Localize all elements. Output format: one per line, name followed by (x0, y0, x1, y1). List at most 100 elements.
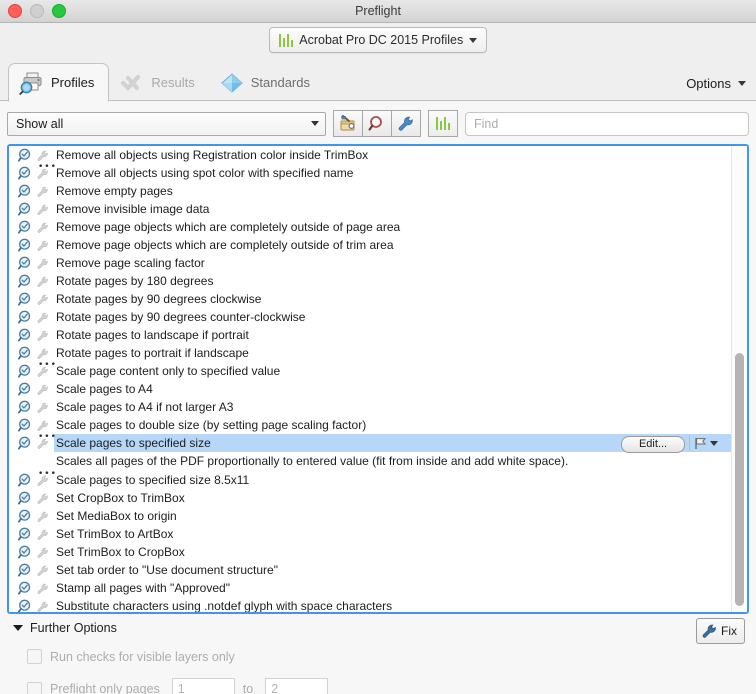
table-row[interactable]: Set tab order to "Use document structure… (9, 561, 747, 579)
page-to-input[interactable]: 2 (265, 678, 329, 694)
tab-standards[interactable]: Standards (209, 64, 324, 101)
profile-name: Scale pages to double size (by setting p… (56, 418, 367, 432)
tab-profiles[interactable]: Profiles (8, 63, 110, 102)
profile-name: Rotate pages to portrait if landscape (56, 346, 249, 360)
wrench-icon (37, 276, 48, 287)
wrench-icon (37, 204, 48, 215)
flag-dropdown[interactable] (689, 435, 722, 451)
table-row[interactable]: Remove page objects which are completely… (9, 236, 747, 254)
page-from-input[interactable]: 1 (171, 678, 235, 694)
wrench-icon (37, 240, 48, 251)
wrench-icon (702, 624, 716, 638)
edit-button[interactable]: Edit... (621, 436, 685, 453)
visible-layers-checkbox[interactable] (27, 649, 42, 664)
options-menu-button[interactable]: Options (686, 76, 746, 91)
fixup-wrench-cell: ••• (35, 470, 56, 489)
check-magnifier-icon (18, 527, 31, 541)
table-row[interactable]: Rotate pages by 90 degrees counter-clock… (9, 308, 747, 326)
table-row[interactable]: ••• Scale pages to specified size 8.5x11 (9, 470, 747, 489)
fixup-wrench-cell: ••• (35, 361, 56, 380)
wrench-icon (37, 493, 48, 504)
check-magnifier-icon (18, 148, 31, 162)
page-from-value: 1 (177, 682, 185, 694)
list-scrollbar[interactable] (731, 146, 747, 612)
table-row[interactable]: Rotate pages to portrait if landscape (9, 344, 747, 362)
profiles-panel: Show all Find Remove all objects using R… (0, 101, 756, 694)
title-bar: Preflight (0, 0, 756, 23)
wrench-icon (37, 601, 48, 612)
wrench-icon (37, 150, 48, 161)
tab-standards-label: Standards (250, 75, 310, 90)
check-magnifier-icon (18, 599, 31, 612)
profile-name: Remove all objects using Registration co… (56, 148, 369, 162)
table-row[interactable]: Set TrimBox to ArtBox (9, 525, 747, 543)
fixup-wrench-cell (35, 218, 54, 236)
check-magnifier-icon (18, 346, 31, 360)
profile-description: Scales all pages of the PDF proportional… (54, 451, 747, 472)
find-input[interactable]: Find (465, 111, 749, 136)
page-range-option[interactable]: Preflight only pages 1 to 2 (7, 678, 749, 694)
table-row[interactable]: ••• Scale pages to specified size Edit... (9, 433, 747, 453)
table-row[interactable]: Substitute characters using .notdef glyp… (9, 597, 747, 612)
table-row[interactable]: Set MediaBox to origin (9, 507, 747, 525)
visible-layers-label: Run checks for visible layers only (50, 649, 235, 664)
wrench-icon (37, 402, 48, 413)
check-magnifier-icon (18, 220, 31, 234)
table-row[interactable]: Remove all objects using Registration co… (9, 146, 747, 164)
new-profile-button[interactable] (333, 110, 363, 137)
table-row[interactable]: Rotate pages by 180 degrees (9, 272, 747, 290)
show-filter-select[interactable]: Show all (7, 111, 326, 136)
table-row[interactable]: ••• Scale page content only to specified … (9, 361, 747, 380)
show-filter-value: Show all (16, 116, 64, 131)
triangle-down-icon (13, 625, 23, 631)
wrench-icon (37, 384, 48, 395)
table-row[interactable]: Remove page scaling factor (9, 254, 747, 272)
table-row[interactable]: Scale pages to double size (by setting p… (9, 416, 747, 434)
fixup-wrench-cell (35, 272, 54, 290)
table-row[interactable]: Stamp all pages with "Approved" (9, 579, 747, 597)
fixup-wrench-cell (35, 543, 54, 561)
table-row[interactable]: Rotate pages by 90 degrees clockwise (9, 290, 747, 308)
check-magnifier-icon (18, 292, 31, 306)
further-options-header[interactable]: Further Options (7, 621, 749, 635)
check-magnifier-icon (18, 581, 31, 595)
table-row[interactable]: Scale pages to A4 if not larger A3 (9, 398, 747, 416)
table-row[interactable]: Remove page objects which are completely… (9, 218, 747, 236)
table-row[interactable]: Rotate pages to landscape if portrait (9, 326, 747, 344)
profile-description-row: Scales all pages of the PDF proportional… (9, 451, 747, 472)
visible-layers-option[interactable]: Run checks for visible layers only (7, 649, 749, 664)
check-magnifier-icon (18, 545, 31, 559)
page-range-checkbox[interactable] (27, 681, 42, 694)
profile-name: Substitute characters using .notdef glyp… (56, 599, 393, 612)
table-row[interactable]: Remove empty pages (9, 182, 747, 200)
profile-name: Scale pages to A4 (56, 382, 153, 396)
standards-filter-button[interactable] (428, 110, 458, 137)
table-row[interactable]: Remove invisible image data (9, 200, 747, 218)
fix-button[interactable]: Fix (696, 618, 745, 644)
fixup-wrench-cell (35, 525, 54, 543)
check-magnifier-icon (18, 202, 31, 216)
preflight-window: Preflight Acrobat Pro DC 2015 Profiles P… (0, 0, 756, 694)
profile-name: Remove page objects which are completely… (56, 238, 394, 252)
search-profile-button[interactable] (362, 110, 392, 137)
profile-popup-button[interactable]: Acrobat Pro DC 2015 Profiles (268, 27, 488, 53)
tab-results[interactable]: Results (109, 64, 208, 101)
table-row[interactable]: Set TrimBox to CropBox (9, 543, 747, 561)
fixup-wrench-cell (35, 398, 54, 416)
list-scrollbar-thumb[interactable] (735, 353, 744, 606)
table-row[interactable]: ••• Remove all objects using spot color w… (9, 163, 747, 182)
fixup-wrench-cell (35, 200, 54, 218)
table-row[interactable]: Set CropBox to TrimBox (9, 489, 747, 507)
table-row[interactable]: Scale pages to A4 (9, 380, 747, 398)
check-magnifier-icon (18, 328, 31, 342)
check-magnifier-icon (18, 436, 31, 450)
check-magnifier-icon (18, 310, 31, 324)
options-menu-label: Options (686, 76, 731, 91)
check-magnifier-icon (18, 274, 31, 288)
fixup-button[interactable] (391, 110, 421, 137)
chevron-down-icon (311, 121, 319, 126)
profile-name: Set tab order to "Use document structure… (56, 563, 278, 577)
fix-button-label: Fix (721, 624, 737, 638)
find-placeholder: Find (474, 116, 499, 131)
profiles-list[interactable]: Remove all objects using Registration co… (7, 144, 749, 614)
